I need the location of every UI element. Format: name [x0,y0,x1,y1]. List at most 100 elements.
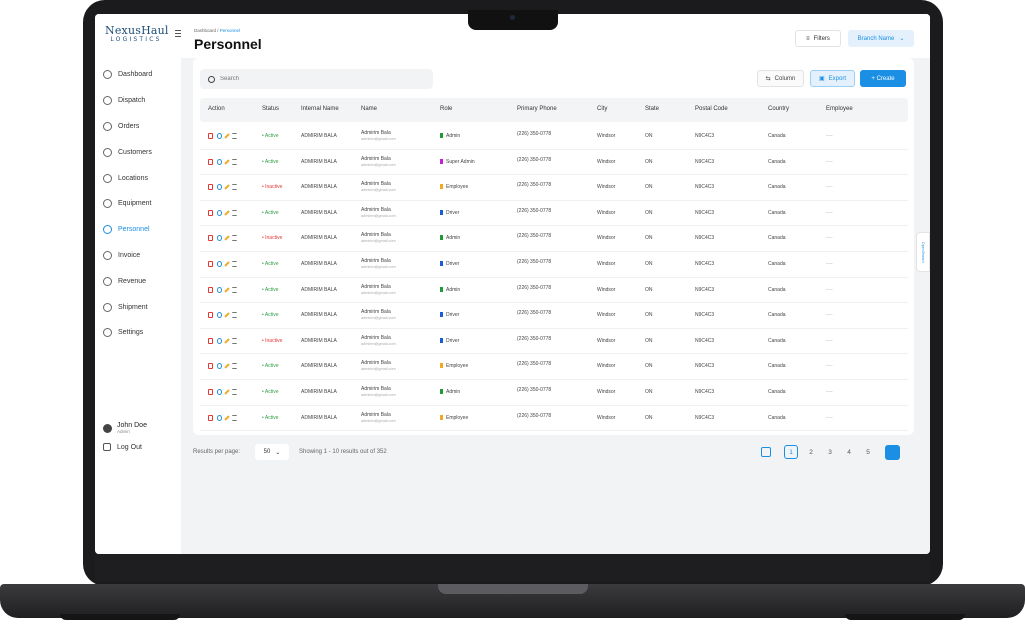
table-row[interactable]: • Inactive ADMIRIM BALA Admirim Bala admiri… [200,329,908,355]
table-row[interactable]: • Active ADMIRIM BALA Admirim Bala admirim@… [200,150,908,176]
table-row[interactable]: • Active ADMIRIM BALA Admirim Bala admirim@… [200,278,908,304]
table-row[interactable]: • Active ADMIRIM BALA Admirim Bala admirim@… [200,380,908,406]
edit-icon[interactable] [224,312,230,318]
view-icon[interactable] [217,286,222,293]
delete-icon[interactable] [208,286,213,293]
more-icon[interactable] [232,363,237,370]
page-4-button[interactable]: 4 [842,445,856,459]
delete-icon[interactable] [208,363,213,370]
logout-button[interactable]: Log Out [103,443,142,451]
more-icon[interactable] [232,235,237,242]
view-icon[interactable] [217,388,222,395]
table-row[interactable]: • Inactive ADMIRIM BALA Admirim Bala admiri… [200,226,908,252]
export-button[interactable]: ▣ Export [810,70,855,87]
more-icon[interactable] [232,133,237,139]
view-icon[interactable] [217,133,222,139]
column-header[interactable]: Role [440,106,452,112]
sidebar-item-dispatch[interactable]: Dispatch [101,88,179,114]
delete-icon[interactable] [208,235,213,242]
table-row[interactable]: • Active ADMIRIM BALA Admirim Bala admirim@… [200,354,908,380]
more-icon[interactable] [232,209,237,216]
edit-icon[interactable] [224,414,230,421]
next-page-button[interactable] [885,445,900,460]
view-icon[interactable] [217,184,222,191]
column-button[interactable]: ⇆ Column [757,70,804,87]
sidebar-item-invoice[interactable]: Invoice [101,243,179,269]
edit-icon[interactable] [224,209,230,216]
column-header[interactable]: Country [768,106,789,112]
view-icon[interactable] [217,235,222,242]
prev-page-button[interactable] [761,447,771,457]
branch-select[interactable]: Branch Name ⌄ [848,30,914,47]
page-5-button[interactable]: 5 [861,445,875,459]
column-header[interactable]: City [597,106,607,112]
delete-icon[interactable] [208,414,213,421]
delete-icon[interactable] [208,312,213,319]
delete-icon[interactable] [208,158,213,165]
delete-icon[interactable] [208,209,213,216]
sidebar-item-settings[interactable]: Settings [101,320,179,346]
view-icon[interactable] [217,414,222,421]
create-button[interactable]: + Create [860,70,906,87]
edit-icon[interactable] [224,158,230,165]
delete-icon[interactable] [208,184,213,191]
more-icon[interactable] [232,414,237,421]
sidebar-item-revenue[interactable]: Revenue [101,268,179,294]
more-icon[interactable] [232,312,237,319]
view-icon[interactable] [217,337,222,344]
edit-icon[interactable] [224,337,230,344]
view-icon[interactable] [217,260,222,267]
delete-icon[interactable] [208,260,213,267]
view-icon[interactable] [217,312,222,319]
table-row[interactable]: • Active ADMIRIM BALA Admirim Bala admirim@… [200,252,908,278]
more-icon[interactable] [232,184,237,191]
table-row[interactable]: • Active ADMIRIM BALA Admirim Bala admirim@… [200,201,908,227]
column-header[interactable]: Employee [826,106,853,112]
filters-button[interactable]: ≡ Filters [795,30,841,47]
breadcrumb-root[interactable]: Dashboard / [194,28,219,33]
search-box[interactable] [200,69,433,89]
column-header[interactable]: Action [208,106,225,112]
edit-icon[interactable] [224,184,230,191]
edit-icon[interactable] [224,286,230,293]
more-icon[interactable] [232,388,237,395]
table-row[interactable]: • Active ADMIRIM BALA Admirim Bala admirim@… [200,406,908,432]
open-branch-tab[interactable]: Open Branch [916,232,930,272]
more-icon[interactable] [232,337,237,344]
edit-icon[interactable] [224,235,230,242]
column-header[interactable]: State [645,106,659,112]
sidebar-item-equipment[interactable]: Equipment [101,191,179,217]
results-per-page-select[interactable]: 50 ⌄ [255,444,289,460]
table-row[interactable]: • Inactive ADMIRIM BALA Admirim Bala admiri… [200,175,908,201]
edit-icon[interactable] [224,261,230,267]
more-icon[interactable] [232,260,237,267]
column-header[interactable]: Name [361,106,377,112]
edit-icon[interactable] [224,363,230,370]
delete-icon[interactable] [208,388,213,395]
search-input[interactable] [220,76,420,82]
sidebar-item-dashboard[interactable]: Dashboard [101,62,179,88]
delete-icon[interactable] [208,337,213,344]
delete-icon[interactable] [208,133,213,139]
column-header[interactable]: Internal Name [301,106,339,112]
sidebar-item-shipment[interactable]: Shipment [101,294,179,320]
table-row[interactable]: • Active ADMIRIM BALA Admirim Bala admirim@… [200,303,908,329]
more-icon[interactable] [232,286,237,293]
user-profile[interactable]: John Doe Admin [103,422,147,434]
page-2-button[interactable]: 2 [804,445,818,459]
edit-icon[interactable] [224,133,230,139]
sidebar-item-locations[interactable]: Locations [101,165,179,191]
view-icon[interactable] [217,363,222,370]
column-header[interactable]: Primary Phone [517,106,557,112]
edit-icon[interactable] [224,389,230,395]
sidebar-item-customers[interactable]: Customers [101,139,179,165]
page-3-button[interactable]: 3 [823,445,837,459]
view-icon[interactable] [217,209,222,216]
column-header[interactable]: Postal Code [695,106,728,112]
table-row[interactable]: • Active ADMIRIM BALA Admirim Bala admirim@… [200,124,908,150]
sidebar-item-personnel[interactable]: Personnel [101,217,179,243]
more-icon[interactable] [232,158,237,165]
sidebar-item-orders[interactable]: Orders [101,114,179,140]
page-1-button[interactable]: 1 [784,445,798,459]
view-icon[interactable] [217,158,222,165]
